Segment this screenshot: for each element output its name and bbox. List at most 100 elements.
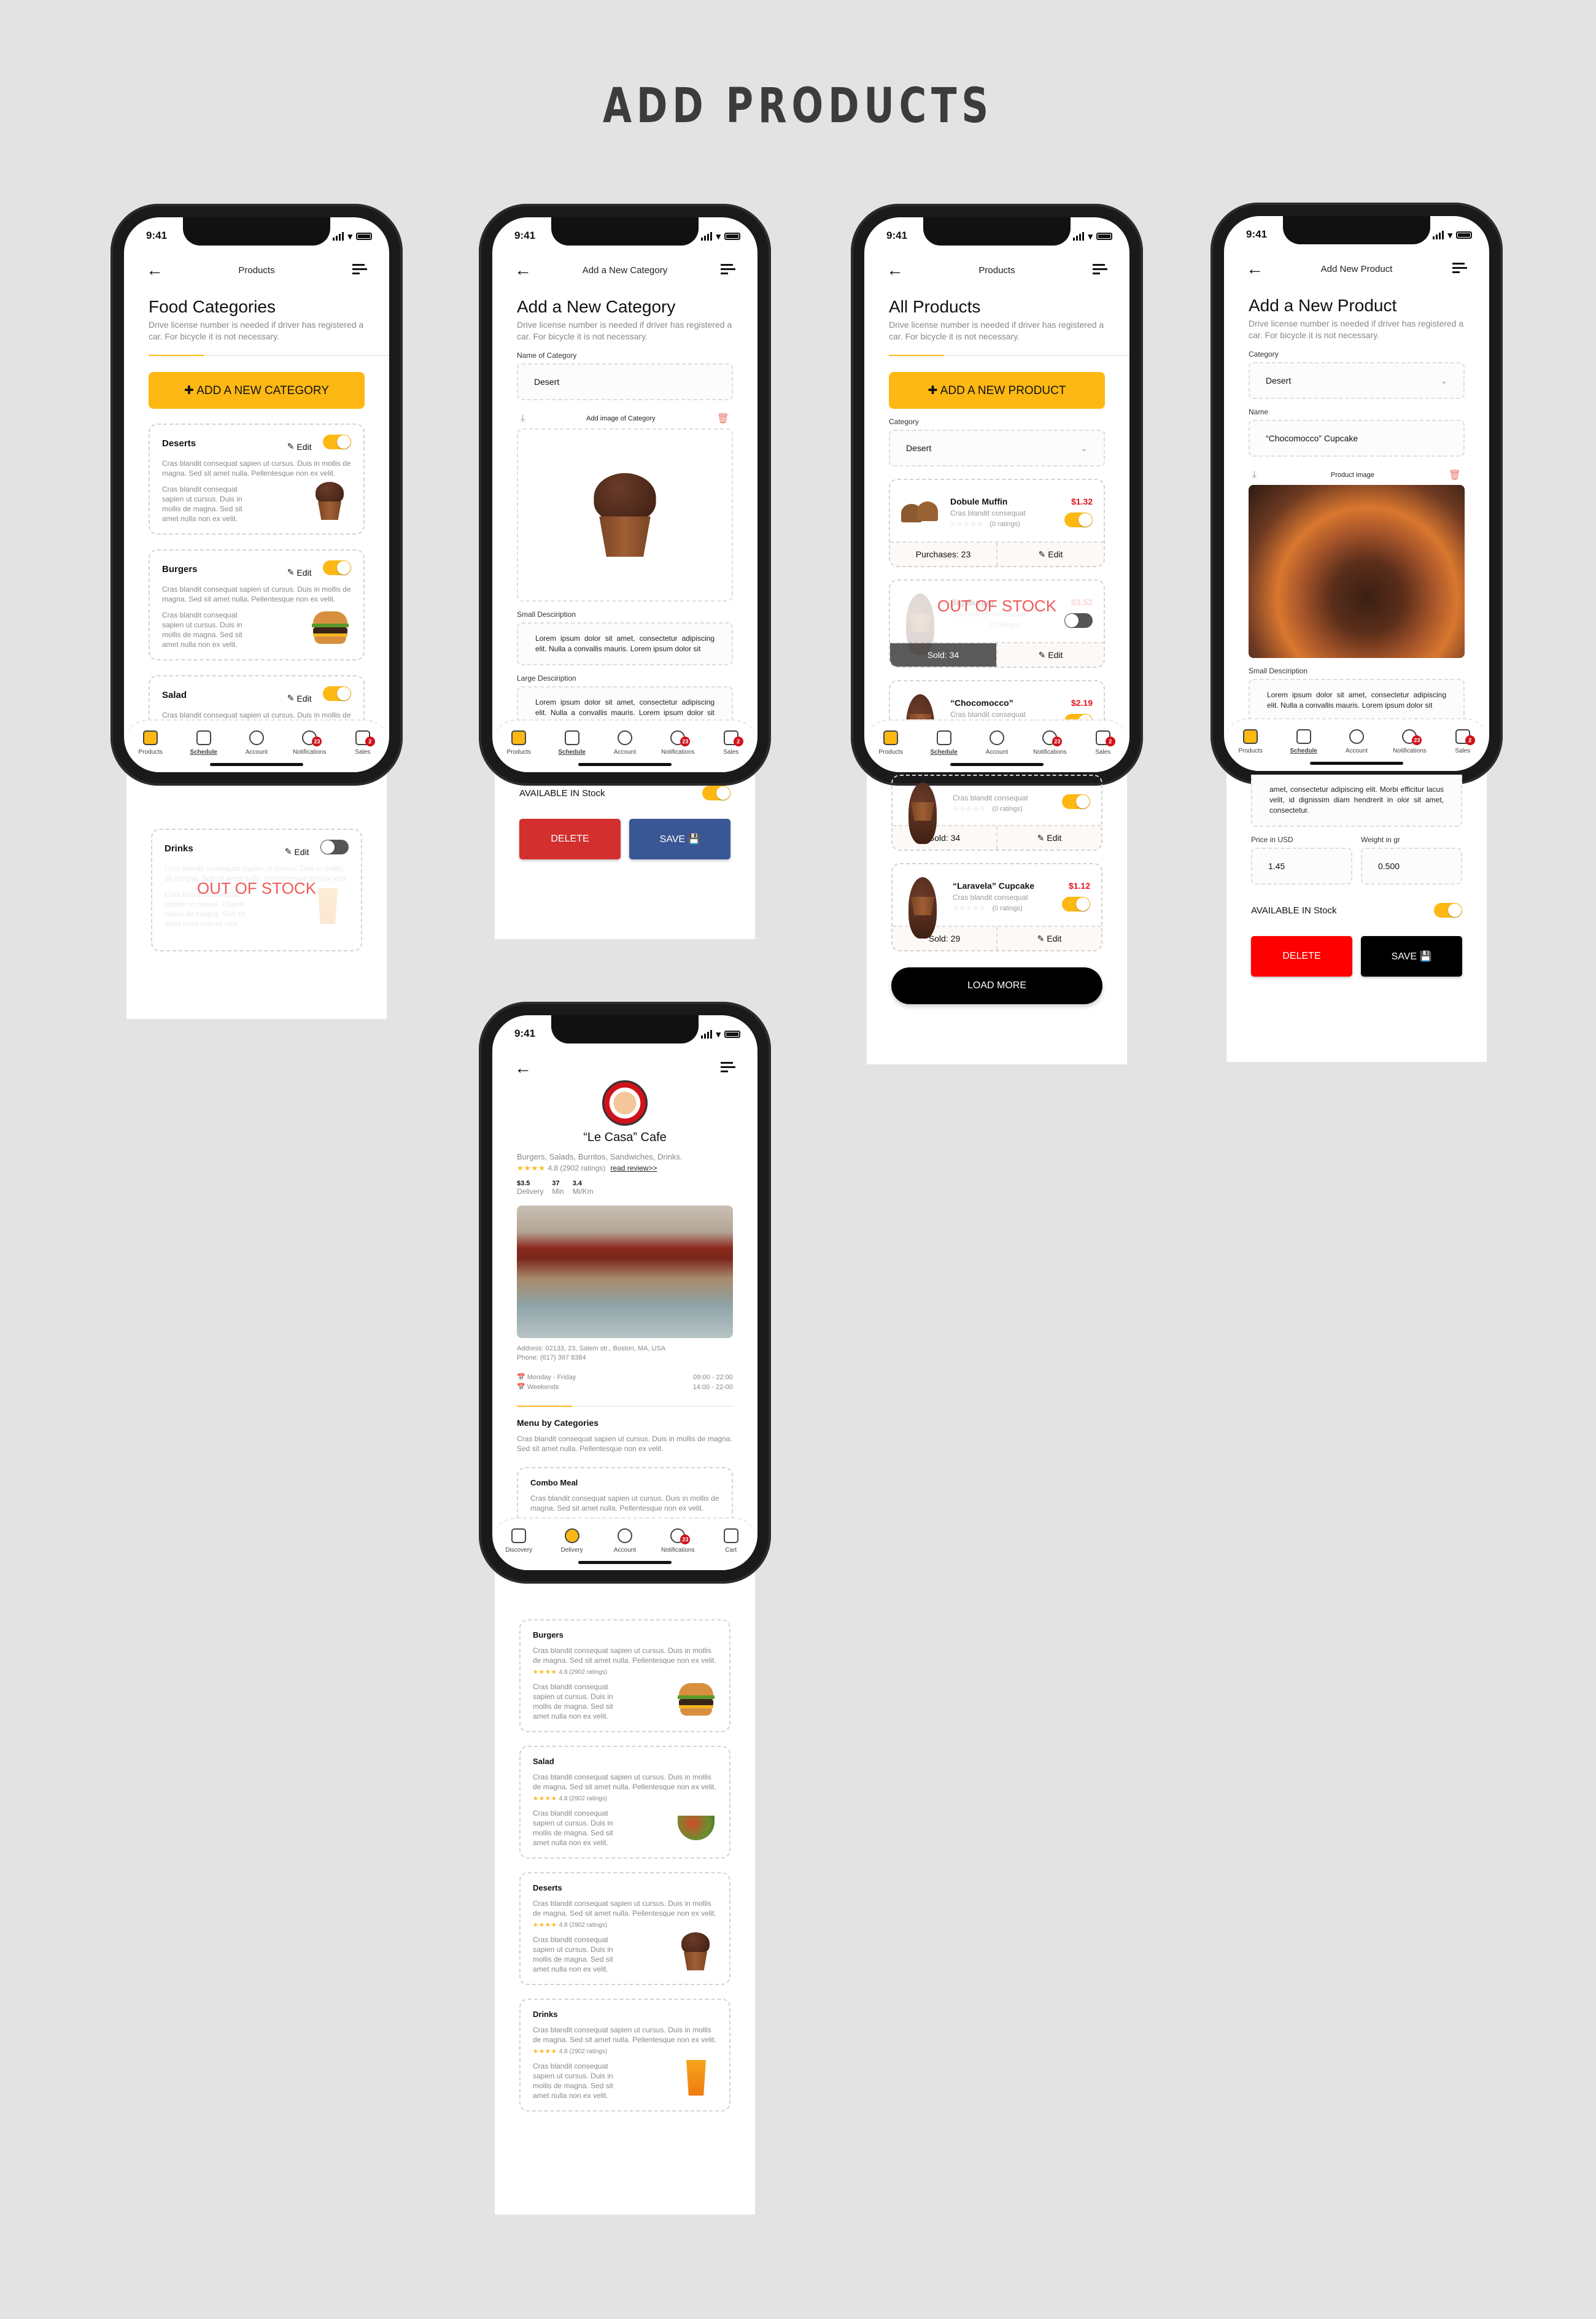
- rating-stars: ★★★★: [533, 1669, 557, 1676]
- menu-category-desc-short: Cras blandit consequat sapien ut cursus.…: [533, 1809, 613, 1847]
- tab-account[interactable]: Account: [606, 1528, 643, 1554]
- tab-products[interactable]: Products: [500, 730, 537, 756]
- tab-products[interactable]: Products: [1232, 729, 1269, 754]
- category-image-upload[interactable]: [517, 428, 733, 602]
- stock-toggle[interactable]: [702, 786, 730, 800]
- price-input[interactable]: 1.45: [1251, 848, 1352, 885]
- category-toggle[interactable]: [323, 560, 351, 575]
- tab-notifications[interactable]: 23 Notifications: [659, 1528, 696, 1554]
- tab-account[interactable]: Account: [1338, 729, 1375, 754]
- tab-schedule[interactable]: Schedule: [1285, 729, 1322, 754]
- edit-button[interactable]: ✎ Edit: [996, 643, 1104, 667]
- tab-discovery[interactable]: Discovery: [500, 1528, 537, 1554]
- tab-sales[interactable]: 2 Sales: [1444, 729, 1481, 754]
- product-toggle[interactable]: [1062, 897, 1090, 912]
- edit-button[interactable]: ✎ Edit: [996, 927, 1101, 950]
- menu-icon[interactable]: [352, 264, 367, 277]
- add-category-button[interactable]: ✚ ADD A NEW CATEGORY: [149, 372, 365, 409]
- category-desc-short: Cras blandit consequat sapien ut cursus.…: [162, 485, 242, 523]
- menu-icon[interactable]: [1093, 264, 1107, 277]
- menu-category-desc: Cras blandit consequat sapien ut cursus.…: [530, 1494, 719, 1512]
- category-toggle[interactable]: [323, 686, 351, 701]
- menu-icon[interactable]: [721, 1062, 735, 1075]
- menu-category-name: Combo Meal: [530, 1478, 578, 1487]
- tab-notifications[interactable]: 23 Notifications: [291, 730, 328, 756]
- tab-notifications[interactable]: 23 Notifications: [659, 730, 696, 756]
- edit-button[interactable]: ✎ Edit: [996, 826, 1101, 850]
- small-desc-input[interactable]: Lorem ipsum dolor sit amet, consectetur …: [517, 622, 733, 665]
- tab-label: Notifications: [661, 1547, 695, 1554]
- product-toggle[interactable]: [1064, 513, 1093, 527]
- menu-category-name: Salad: [533, 1757, 554, 1766]
- tab-label: Account: [1345, 748, 1368, 754]
- download-icon[interactable]: ⤓: [521, 413, 525, 424]
- load-more-button[interactable]: LOAD MORE: [891, 967, 1102, 1004]
- category-select[interactable]: Desert ⌄: [889, 430, 1105, 467]
- menu-category-card[interactable]: Deserts Cras blandit consequat sapien ut …: [519, 1872, 730, 1985]
- download-icon[interactable]: ⤓: [1252, 470, 1257, 481]
- edit-button[interactable]: ✎ Edit: [996, 543, 1104, 566]
- category-name-input[interactable]: Desert: [517, 363, 733, 400]
- category-name: Burgers: [162, 564, 198, 575]
- save-button[interactable]: SAVE 💾: [629, 819, 730, 859]
- tab-account[interactable]: Account: [606, 730, 643, 756]
- status-time: 9:41: [146, 230, 168, 241]
- category-toggle[interactable]: [320, 840, 349, 854]
- large-desc-input[interactable]: amet, consectetur adipiscing elit. Morbi…: [1251, 775, 1462, 827]
- tab-notifications[interactable]: 23 Notifications: [1031, 730, 1068, 756]
- sales-badge: 2: [1465, 735, 1475, 745]
- tab-account[interactable]: Account: [978, 730, 1015, 756]
- stat-label: Min: [552, 1187, 564, 1196]
- product-name-input[interactable]: “Chocomocco” Cupcake: [1249, 420, 1465, 457]
- menu-category-card[interactable]: Combo Meal Cras blandit consequat sapien …: [517, 1467, 733, 1524]
- status-bar: 9:41 ▾: [146, 230, 372, 248]
- tab-notifications[interactable]: 23 Notifications: [1391, 729, 1428, 754]
- tab-products[interactable]: Products: [132, 730, 169, 756]
- tab-delivery[interactable]: Delivery: [554, 1528, 591, 1554]
- status-time: 9:41: [514, 1028, 536, 1039]
- battery-icon: [356, 233, 372, 240]
- tab-sales[interactable]: 2 Sales: [344, 730, 381, 756]
- nav-title: Products: [238, 265, 275, 276]
- category-select[interactable]: Desert ⌄: [1249, 362, 1465, 399]
- edit-button[interactable]: ✎ Edit: [287, 567, 312, 578]
- edit-button[interactable]: ✎ Edit: [285, 846, 309, 857]
- divider: [517, 1406, 733, 1407]
- menu-icon[interactable]: [1452, 263, 1467, 276]
- menu-icon[interactable]: [721, 264, 735, 277]
- cupcake-image: [901, 875, 944, 939]
- tab-schedule[interactable]: Schedule: [554, 730, 591, 756]
- rating-text: 4.8 (2902 ratings): [559, 1669, 608, 1676]
- weight-input[interactable]: 0.500: [1361, 848, 1462, 885]
- back-arrow-icon[interactable]: ←: [514, 1058, 532, 1078]
- small-desc-input[interactable]: Lorem ipsum dolor sit amet, consectetur …: [1249, 679, 1465, 722]
- small-desc-label: Small Desciription: [1249, 667, 1308, 675]
- page-subtitle: Drive license number is needed if driver…: [517, 320, 732, 341]
- tab-account[interactable]: Account: [238, 730, 275, 756]
- read-review-link[interactable]: read review>>: [610, 1164, 657, 1172]
- delete-button[interactable]: DELETE: [519, 819, 621, 859]
- menu-category-card[interactable]: Drinks Cras blandit consequat sapien ut c…: [519, 1999, 730, 2112]
- add-product-button[interactable]: ✚ ADD A NEW PRODUCT: [889, 372, 1105, 409]
- tab-sales[interactable]: 2 Sales: [1085, 730, 1121, 756]
- tab-cart[interactable]: Cart: [713, 1528, 750, 1554]
- delete-button[interactable]: DELETE: [1251, 936, 1352, 977]
- tab-schedule[interactable]: Schedule: [185, 730, 222, 756]
- menu-category-card[interactable]: Salad Cras blandit consequat sapien ut cu…: [519, 1746, 730, 1859]
- product-photo[interactable]: [1249, 485, 1465, 658]
- wifi-icon: ▾: [347, 231, 352, 242]
- tab-products[interactable]: Products: [872, 730, 909, 756]
- edit-button[interactable]: ✎ Edit: [287, 441, 312, 452]
- save-button[interactable]: SAVE 💾: [1361, 936, 1462, 977]
- category-toggle[interactable]: [323, 435, 351, 449]
- trash-icon[interactable]: 🗑: [1449, 469, 1461, 481]
- product-toggle[interactable]: [1062, 794, 1090, 809]
- menu-category-card[interactable]: Burgers Cras blandit consequat sapien ut …: [519, 1619, 730, 1732]
- tab-sales[interactable]: 2 Sales: [713, 730, 750, 756]
- stock-toggle[interactable]: [1434, 903, 1462, 918]
- edit-button[interactable]: ✎ Edit: [287, 693, 312, 703]
- floppy-disk-icon: 💾: [688, 834, 700, 845]
- trash-icon[interactable]: 🗑: [717, 412, 729, 425]
- tab-schedule[interactable]: Schedule: [926, 730, 963, 756]
- ratings-count: (0 ratings): [992, 904, 1023, 912]
